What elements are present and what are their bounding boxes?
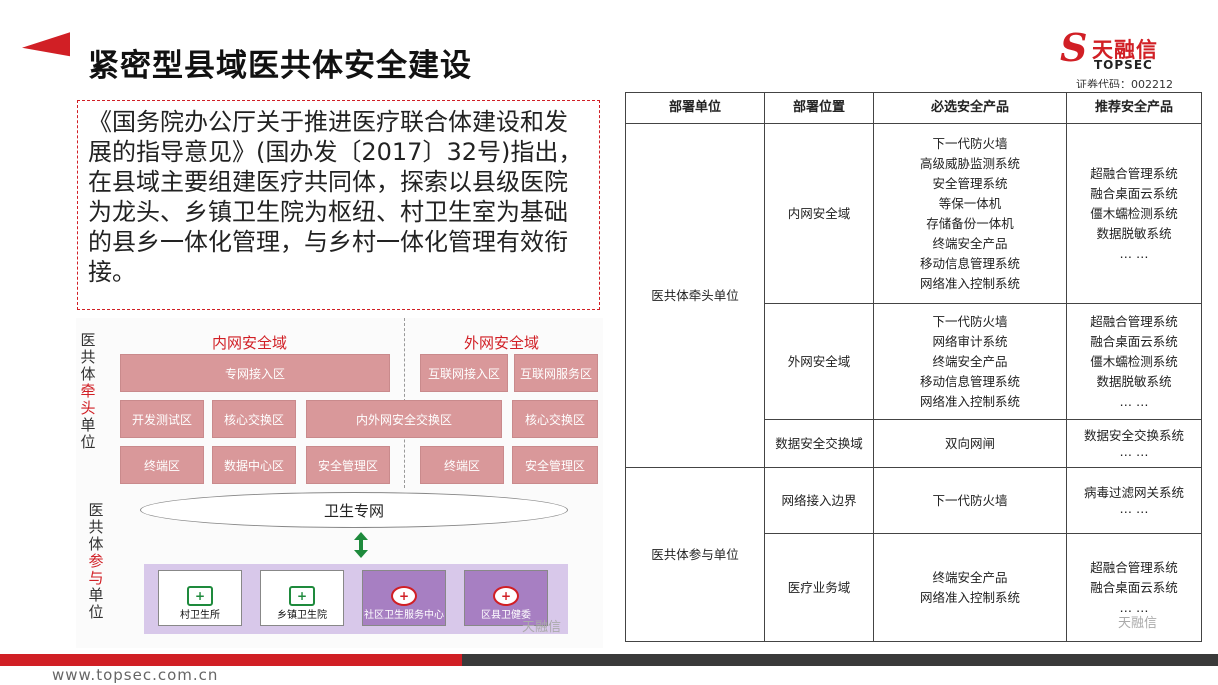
block-dev-test: 开发测试区 bbox=[120, 400, 204, 438]
diagram-watermark: 天融信 bbox=[522, 620, 562, 635]
block-internet-access: 互联网接入区 bbox=[420, 354, 508, 392]
unit-township-hospital: + 乡镇卫生院 bbox=[260, 570, 344, 626]
cell-position: 网络接入边界 bbox=[764, 467, 874, 534]
policy-quote: 《国务院办公厅关于推进医疗联合体建设和发展的指导意见》(国办发〔2017〕32号… bbox=[77, 100, 600, 310]
cell-recommended: 病毒过滤网关系统 … … bbox=[1066, 467, 1202, 534]
header-unit: 部署单位 bbox=[625, 92, 765, 124]
cell-position: 内网安全域 bbox=[764, 123, 874, 304]
table-watermark: 天融信 bbox=[1118, 616, 1158, 631]
block-terminal-outer: 终端区 bbox=[420, 446, 504, 484]
table-row: 医共体牵头单位 内网安全域 下一代防火墙 高级威胁监测系统 安全管理系统 等保一… bbox=[625, 123, 1202, 468]
red-cross-icon: + bbox=[391, 586, 417, 606]
cell-required: 下一代防火墙 bbox=[873, 467, 1067, 534]
stock-code: 证券代码：002212 bbox=[1076, 78, 1173, 88]
architecture-diagram: 医共体牵头单位 医共体参与单位 内网安全域 外网安全域 专网接入区 互联网接入区… bbox=[76, 318, 603, 648]
logo-mark-icon: S bbox=[1060, 25, 1088, 70]
cell-required: 下一代防火墙 高级威胁监测系统 安全管理系统 等保一体机 存储备份一体机 终端安… bbox=[873, 123, 1067, 304]
block-internet-service: 互联网服务区 bbox=[514, 354, 598, 392]
deployment-table: 部署单位 部署位置 必选安全产品 推荐安全产品 医共体牵头单位 内网安全域 下一… bbox=[625, 92, 1202, 642]
page-title: 紧密型县域医共体安全建设 bbox=[88, 48, 472, 84]
table-row: 医共体参与单位 网络接入边界 下一代防火墙 病毒过滤网关系统 … … bbox=[625, 467, 1202, 642]
lead-unit-label: 医共体牵头单位 bbox=[80, 331, 96, 451]
unit-village-clinic: + 村卫生所 bbox=[158, 570, 242, 626]
block-core-switch-outer: 核心交换区 bbox=[512, 400, 598, 438]
cell-required: 双向网闸 bbox=[873, 419, 1067, 468]
cell-recommended: 超融合管理系统 融合桌面云系统 僵木蠕检测系统 数据脱敏系统 … … bbox=[1066, 123, 1202, 304]
footer-url[interactable]: www.topsec.com.cn bbox=[52, 666, 218, 684]
cell-lead-unit: 医共体牵头单位 bbox=[625, 123, 765, 468]
footer-red-bar bbox=[0, 654, 462, 666]
block-private-access: 专网接入区 bbox=[120, 354, 390, 392]
header-position: 部署位置 bbox=[764, 92, 874, 124]
member-units-bar: + 村卫生所 + 乡镇卫生院 + 社区卫生服务中心 + 区县卫健委 bbox=[144, 564, 568, 634]
block-core-switch-inner: 核心交换区 bbox=[212, 400, 296, 438]
header-recommended: 推荐安全产品 bbox=[1066, 92, 1202, 124]
cell-position: 外网安全域 bbox=[764, 303, 874, 420]
cell-recommended: 超融合管理系统 融合桌面云系统 僵木蠕检测系统 数据脱敏系统 … … bbox=[1066, 303, 1202, 420]
member-unit-label: 医共体参与单位 bbox=[88, 501, 104, 621]
table-header-row: 部署单位 部署位置 必选安全产品 推荐安全产品 bbox=[625, 92, 1202, 124]
title-arrow-icon bbox=[22, 32, 70, 72]
block-security-mgmt-outer: 安全管理区 bbox=[512, 446, 598, 484]
block-cross-exchange: 内外网安全交换区 bbox=[306, 400, 502, 438]
unit-community-center: + 社区卫生服务中心 bbox=[362, 570, 446, 626]
header-required: 必选安全产品 bbox=[873, 92, 1067, 124]
red-cross-icon: + bbox=[493, 586, 519, 606]
cell-position: 医疗业务域 bbox=[764, 533, 874, 642]
outer-zone-title: 外网安全域 bbox=[464, 334, 540, 352]
cell-member-unit: 医共体参与单位 bbox=[625, 467, 765, 642]
block-data-center: 数据中心区 bbox=[212, 446, 296, 484]
cell-recommended: 数据安全交换系统 … … bbox=[1066, 419, 1202, 468]
health-network: 卫生专网 bbox=[140, 492, 568, 528]
footer-dark-bar bbox=[462, 654, 1218, 666]
company-logo: S 天融信 TOPSEC 证券代码：002212 bbox=[1060, 25, 1200, 89]
block-terminal-inner: 终端区 bbox=[120, 446, 204, 484]
logo-en: TOPSEC bbox=[1094, 58, 1153, 72]
hospital-icon: + bbox=[289, 586, 315, 606]
cell-required: 终端安全产品 网络准入控制系统 bbox=[873, 533, 1067, 642]
block-security-mgmt-inner: 安全管理区 bbox=[306, 446, 390, 484]
bidirectional-arrow-icon bbox=[354, 532, 368, 558]
hospital-icon: + bbox=[187, 586, 213, 606]
inner-zone-title: 内网安全域 bbox=[212, 334, 288, 352]
cell-required: 下一代防火墙 网络审计系统 终端安全产品 移动信息管理系统 网络准入控制系统 bbox=[873, 303, 1067, 420]
cell-position: 数据安全交换域 bbox=[764, 419, 874, 468]
